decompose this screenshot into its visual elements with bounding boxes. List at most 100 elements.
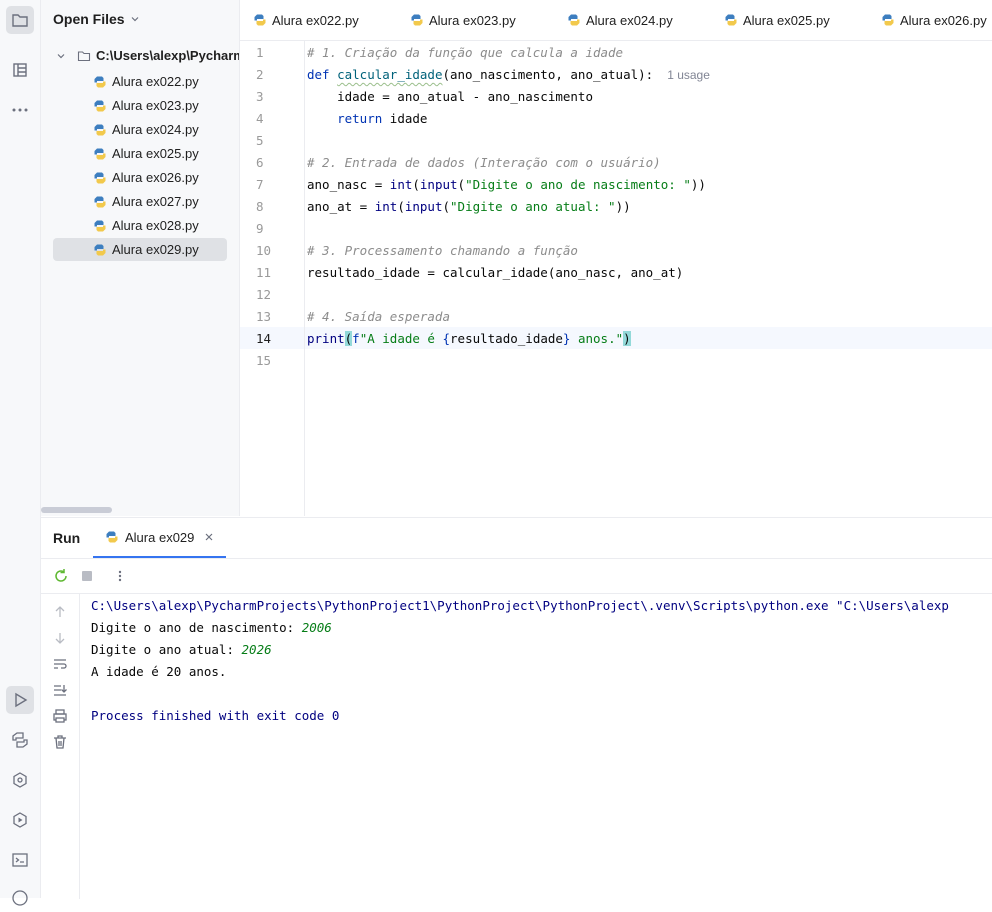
- python-file-icon: [253, 13, 267, 27]
- arrow-up-icon[interactable]: [51, 603, 69, 621]
- file-item[interactable]: Alura ex027.py: [53, 190, 227, 213]
- line-number: 15: [256, 353, 272, 368]
- line-number: 10: [256, 243, 272, 258]
- code-line: ano_nasc = int(input("Digite o ano de na…: [307, 177, 706, 192]
- python-packages-icon: [12, 732, 28, 748]
- python-packages-button[interactable]: [6, 726, 34, 754]
- code-line: # 4. Saída esperada: [307, 309, 450, 324]
- run-side-toolbar: [41, 593, 80, 899]
- line-gutter: 1 2 3 4 5 6 7 8 9 10 11 12 13 14 15: [240, 41, 305, 516]
- run-tab[interactable]: Alura ex029: [93, 518, 227, 558]
- python-file-icon: [105, 530, 119, 544]
- chevron-down-icon: [131, 17, 139, 22]
- terminal-icon: [12, 853, 28, 867]
- code-line: idade = ano_atual - ano_nascimento: [307, 89, 593, 104]
- folder-icon: [12, 14, 28, 27]
- console-user-input: 2006: [301, 620, 332, 635]
- editor-tab[interactable]: Alura ex022.py: [253, 0, 359, 40]
- code-line: # 3. Processamento chamando a função: [307, 243, 578, 258]
- console-line: Digite o ano de nascimento: 2006: [91, 620, 332, 635]
- project-tool-button[interactable]: [6, 6, 34, 34]
- line-number: 5: [256, 133, 264, 148]
- run-tool-button[interactable]: [6, 686, 34, 714]
- root-path: C:\Users\alexp\Pycharm: [96, 48, 240, 63]
- console-user-input: 2026: [241, 642, 272, 657]
- play-circle-icon: [13, 812, 27, 828]
- line-number: 1: [256, 45, 264, 60]
- file-item[interactable]: Alura ex028.py: [53, 214, 227, 237]
- line-number: 13: [256, 309, 272, 324]
- console-command-line: C:\Users\alexp\PycharmProjects\PythonPro…: [91, 598, 949, 613]
- terminal-button[interactable]: [6, 846, 34, 874]
- usage-hint[interactable]: 1 usage: [667, 68, 710, 82]
- editor-tab[interactable]: Alura ex025.py: [724, 0, 830, 40]
- scroll-to-end-icon[interactable]: [51, 681, 69, 699]
- line-number: 11: [256, 265, 272, 280]
- line-number: 12: [256, 287, 272, 302]
- soft-wrap-icon[interactable]: [51, 655, 69, 673]
- python-file-icon: [93, 219, 107, 233]
- code-line: ano_at = int(input("Digite o ano atual: …: [307, 199, 631, 214]
- file-item[interactable]: Alura ex023.py: [53, 94, 227, 117]
- structure-icon: [13, 63, 27, 77]
- problems-button[interactable]: [6, 884, 34, 912]
- arrow-down-icon[interactable]: [51, 629, 69, 647]
- line-number: 9: [256, 221, 264, 236]
- file-label: Alura ex028.py: [112, 218, 199, 233]
- run-header: Run Alura ex029: [41, 518, 992, 559]
- tab-label: Alura ex023.py: [429, 12, 516, 28]
- code-line: # 2. Entrada de dados (Interação com o u…: [307, 155, 661, 170]
- code-editor[interactable]: 1 2 3 4 5 6 7 8 9 10 11 12 13 14 15 # 1. Criação da fu…: [240, 41, 992, 516]
- editor-tabs: Alura ex022.py Alura ex023.py Alura ex024.…: [240, 0, 992, 41]
- tab-label: Alura ex022.py: [272, 12, 359, 28]
- line-number: 7: [256, 177, 264, 192]
- run-title: Run: [53, 530, 81, 546]
- trash-icon[interactable]: [51, 733, 69, 751]
- file-item[interactable]: Alura ex026.py: [53, 166, 227, 189]
- code-line: def calcular_idade(ano_nascimento, ano_a…: [307, 67, 710, 82]
- open-files-dropdown[interactable]: Open Files: [53, 11, 140, 27]
- python-file-icon: [93, 243, 107, 257]
- editor-tab[interactable]: Alura ex024.py: [567, 0, 673, 40]
- file-label: Alura ex025.py: [112, 146, 199, 161]
- stop-button[interactable]: [78, 567, 96, 585]
- file-item[interactable]: Alura ex025.py: [53, 142, 227, 165]
- services-icon: [13, 772, 27, 788]
- structure-tool-button[interactable]: [6, 56, 34, 84]
- line-number: 6: [256, 155, 264, 170]
- editor-tab[interactable]: Alura ex023.py: [410, 0, 516, 40]
- activity-bar: [0, 0, 41, 906]
- line-number: 2: [256, 67, 264, 82]
- line-number: 14: [256, 331, 272, 346]
- python-file-icon: [93, 195, 107, 209]
- horizontal-scrollbar[interactable]: [41, 507, 112, 513]
- more-options-button[interactable]: [111, 567, 129, 585]
- file-label: Alura ex024.py: [112, 122, 199, 137]
- python-file-icon: [93, 171, 107, 185]
- file-item[interactable]: Alura ex022.py: [53, 70, 227, 93]
- line-number: 4: [256, 111, 264, 126]
- more-tools-button[interactable]: [6, 96, 34, 124]
- python-file-icon: [881, 13, 895, 27]
- python-console-button[interactable]: [6, 766, 34, 794]
- project-root[interactable]: C:\Users\alexp\Pycharm: [55, 48, 240, 63]
- close-icon[interactable]: [204, 532, 214, 542]
- services-button[interactable]: [6, 806, 34, 834]
- rerun-button[interactable]: [52, 567, 70, 585]
- tab-label: Alura ex024.py: [586, 12, 673, 28]
- problems-icon: [12, 890, 28, 906]
- python-file-icon: [93, 123, 107, 137]
- file-label: Alura ex022.py: [112, 74, 199, 89]
- python-file-icon: [410, 13, 424, 27]
- folder-icon: [77, 50, 91, 61]
- file-item[interactable]: Alura ex024.py: [53, 118, 227, 141]
- print-icon[interactable]: [51, 707, 69, 725]
- code-line: return idade: [337, 111, 428, 126]
- file-item[interactable]: Alura ex029.py: [53, 238, 227, 261]
- editor-tab[interactable]: Alura ex026.py: [881, 0, 987, 40]
- run-tab-label: Alura ex029: [125, 529, 195, 545]
- more-icon: [12, 108, 28, 112]
- chevron-down-icon: [57, 53, 65, 58]
- run-toolbar: [41, 559, 992, 594]
- project-panel: Open Files C:\Users\alexp\Pycharm Alura …: [41, 0, 240, 516]
